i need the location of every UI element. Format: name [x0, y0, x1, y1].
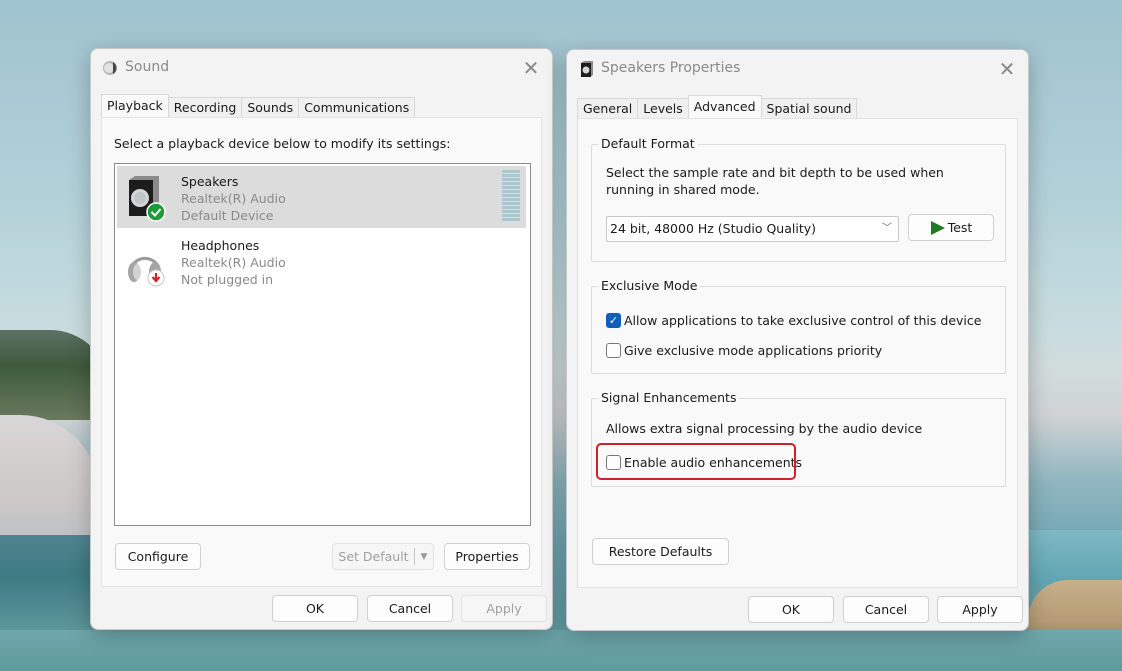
set-default-button[interactable]: Set Default [333, 548, 415, 565]
group-label: Exclusive Mode [598, 278, 701, 293]
titlebar: Sound ✕ [91, 49, 552, 87]
tab-spatial-sound[interactable]: Spatial sound [760, 98, 858, 118]
device-status: Default Device [181, 208, 274, 223]
test-label: Test [947, 220, 973, 235]
test-button[interactable]: Test [908, 214, 994, 241]
audio-enhancements-checkbox[interactable] [606, 455, 621, 470]
exclusive-control-checkbox-row[interactable]: ✓ Allow applications to take exclusive c… [606, 313, 981, 328]
device-driver: Realtek(R) Audio [181, 255, 286, 270]
speakers-properties-dialog: Speakers Properties ✕ General Levels Adv… [566, 49, 1029, 631]
tab-advanced[interactable]: Advanced [687, 95, 762, 118]
device-driver: Realtek(R) Audio [181, 191, 286, 206]
wallpaper-snow-hill [0, 415, 100, 535]
headphones-icon [128, 256, 165, 287]
tab-communications[interactable]: Communications [298, 97, 416, 117]
set-default-split-button[interactable]: Set Default ▼ [332, 543, 434, 570]
instruction-text: Select a playback device below to modify… [114, 136, 451, 151]
exclusive-priority-checkbox[interactable] [606, 343, 621, 358]
ok-button[interactable]: OK [748, 596, 834, 623]
tab-playback[interactable]: Playback [101, 94, 169, 117]
configure-button[interactable]: Configure [115, 543, 201, 570]
device-name: Speakers [181, 174, 239, 189]
speaker-icon [581, 61, 593, 77]
close-icon: ✕ [522, 56, 540, 80]
device-name: Headphones [181, 238, 260, 253]
close-icon: ✕ [998, 57, 1016, 81]
exclusive-control-checkbox[interactable]: ✓ [606, 313, 621, 328]
tab-sounds[interactable]: Sounds [241, 97, 300, 117]
close-button[interactable]: ✕ [516, 53, 546, 83]
wallpaper-lake-right [1028, 530, 1122, 585]
default-format-description: Select the sample rate and bit depth to … [606, 165, 944, 197]
checkmark-icon: ✓ [608, 314, 619, 327]
set-default-dropdown[interactable]: ▼ [415, 544, 433, 569]
window-title: Sound [125, 59, 170, 75]
tab-general[interactable]: General [577, 98, 639, 118]
advanced-panel: Default Format Select the sample rate an… [577, 118, 1018, 588]
audio-enhancements-checkbox-row[interactable]: Enable audio enhancements [606, 455, 802, 470]
signal-enhancements-group: Signal Enhancements Allows extra signal … [591, 390, 1006, 487]
titlebar: Speakers Properties ✕ [567, 50, 1028, 88]
window-title: Speakers Properties [601, 60, 741, 76]
tab-strip: Playback Recording Sounds Communications [101, 94, 416, 117]
chevron-down-icon: ﹀ [882, 223, 892, 234]
cancel-button[interactable]: Cancel [367, 595, 453, 622]
tab-strip: General Levels Advanced Spatial sound [577, 95, 858, 118]
checkbox-label: Allow applications to take exclusive con… [624, 313, 982, 328]
signal-enhancements-description: Allows extra signal processing by the au… [606, 421, 923, 436]
sound-dialog: Sound ✕ Playback Recording Sounds Commun… [90, 48, 553, 630]
speaker-device-icon [129, 176, 166, 222]
apply-button[interactable]: Apply [937, 596, 1023, 623]
cancel-button[interactable]: Cancel [843, 596, 929, 623]
tab-recording[interactable]: Recording [167, 97, 243, 117]
sample-rate-dropdown[interactable]: 24 bit, 48000 Hz (Studio Quality) ﹀ [606, 216, 899, 242]
close-button[interactable]: ✕ [992, 54, 1022, 84]
properties-button[interactable]: Properties [444, 543, 530, 570]
wallpaper-water-bottom [0, 630, 1122, 671]
apply-button[interactable]: Apply [461, 595, 547, 622]
exclusive-priority-checkbox-row[interactable]: Give exclusive mode applications priorit… [606, 343, 882, 358]
device-status: Not plugged in [181, 272, 274, 287]
chevron-down-icon: ▼ [420, 551, 428, 562]
speaker-icon [103, 61, 117, 75]
device-item-headphones[interactable]: Headphones Realtek(R) Audio Not plugged … [117, 230, 526, 292]
device-list[interactable]: Speakers Realtek(R) Audio Default Device… [114, 163, 531, 526]
group-label: Signal Enhancements [598, 390, 740, 405]
play-icon [930, 220, 945, 235]
restore-defaults-button[interactable]: Restore Defaults [592, 538, 729, 565]
volume-level-meter [502, 170, 520, 222]
group-label: Default Format [598, 136, 698, 151]
exclusive-mode-group: Exclusive Mode ✓ Allow applications to t… [591, 278, 1006, 374]
default-format-group: Default Format Select the sample rate an… [591, 136, 1006, 262]
selected-format: 24 bit, 48000 Hz (Studio Quality) [610, 221, 817, 236]
checkbox-label: Give exclusive mode applications priorit… [624, 343, 883, 358]
playback-panel: Select a playback device below to modify… [101, 117, 542, 587]
tab-levels[interactable]: Levels [637, 98, 689, 118]
device-item-speakers[interactable]: Speakers Realtek(R) Audio Default Device [117, 166, 526, 228]
ok-button[interactable]: OK [272, 595, 358, 622]
checkbox-label: Enable audio enhancements [624, 455, 803, 470]
